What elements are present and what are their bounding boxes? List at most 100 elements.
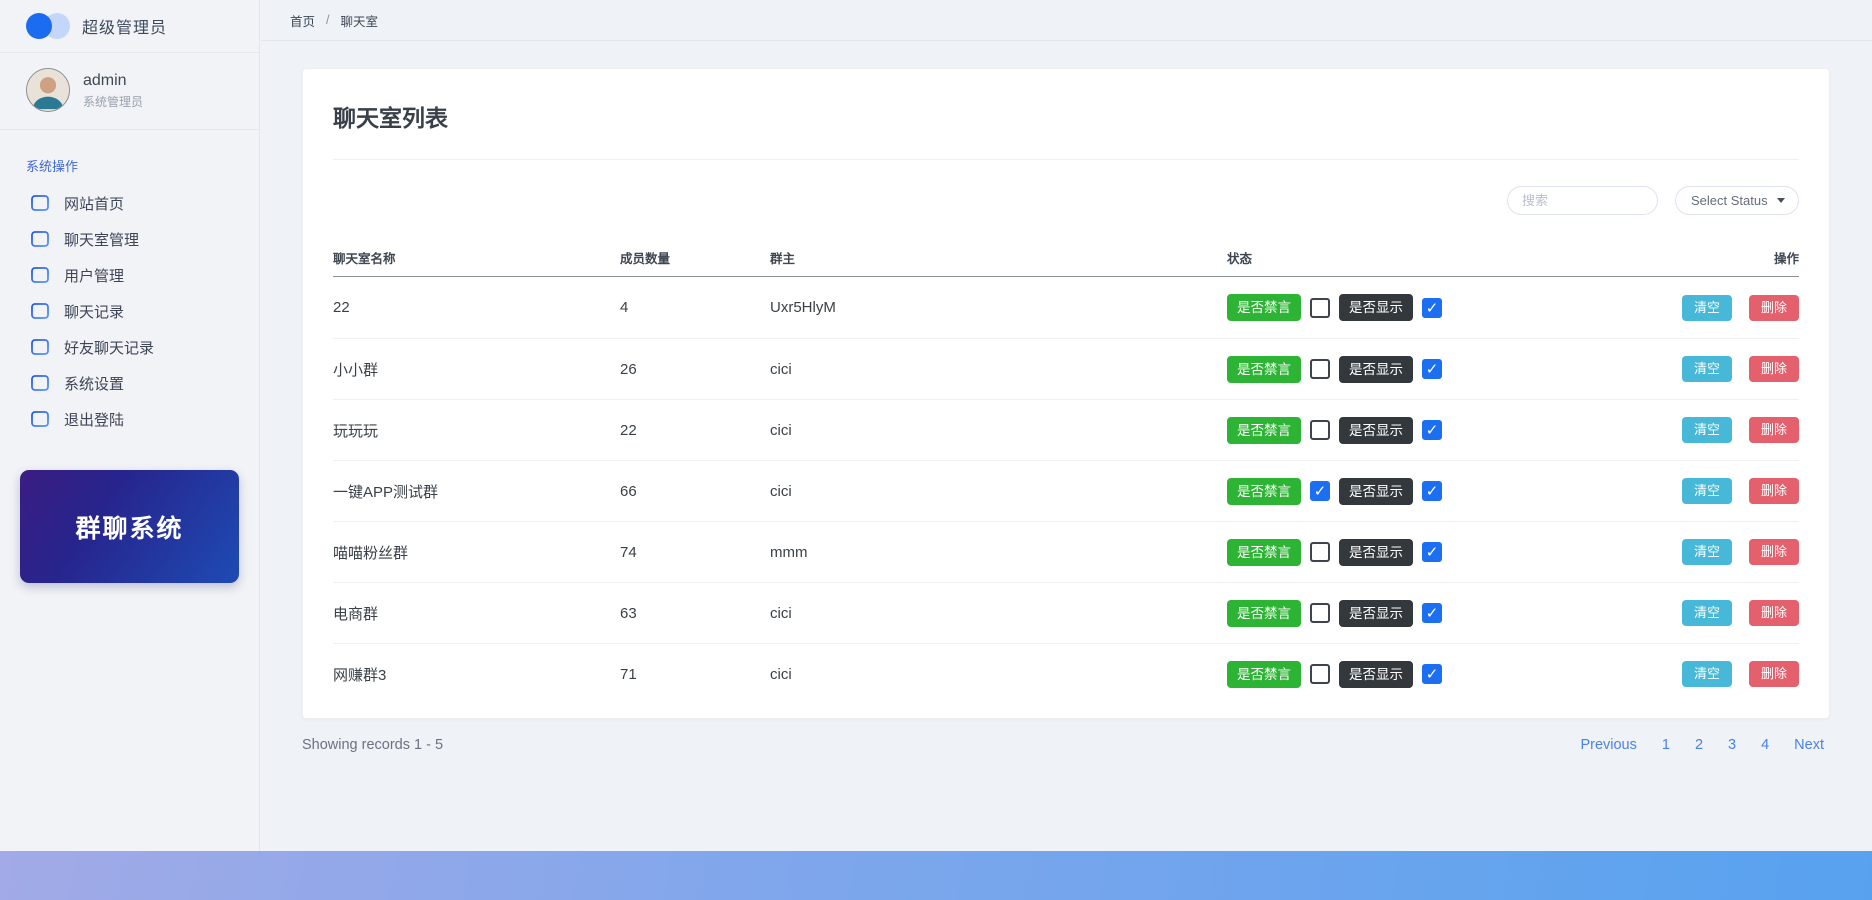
status-select-label: Select Status [1691, 193, 1768, 208]
page-link-1[interactable]: 1 [1656, 735, 1676, 755]
chatroom-name: 一键APP测试群 [333, 481, 620, 502]
actions-cell: 清空 删除 [1656, 295, 1799, 321]
breadcrumb-home[interactable]: 首页 [290, 11, 315, 30]
clear-button[interactable]: 清空 [1682, 539, 1732, 565]
mute-badge[interactable]: 是否禁言 [1227, 661, 1301, 688]
mute-badge[interactable]: 是否禁言 [1227, 478, 1301, 505]
chatroom-name: 小小群 [333, 359, 620, 380]
layout-icon [30, 337, 50, 357]
show-checkbox[interactable] [1422, 359, 1442, 379]
layout-icon [30, 229, 50, 249]
show-checkbox[interactable] [1422, 298, 1442, 318]
mute-badge[interactable]: 是否禁言 [1227, 600, 1301, 627]
chatroom-name: 22 [333, 299, 620, 316]
mute-checkbox[interactable] [1310, 298, 1330, 318]
status-cell: 是否禁言 是否显示 [1227, 661, 1656, 688]
sidebar-item-1[interactable]: 聊天室管理 [0, 221, 259, 257]
member-count: 22 [620, 422, 770, 439]
main: 首页 / 聊天室 聊天室列表 Select Status 聊天室名称 成员数量 … [261, 0, 1872, 851]
pagination: Previous 1234 Next [1574, 735, 1830, 755]
sidebar-item-6[interactable]: 退出登陆 [0, 401, 259, 437]
show-checkbox[interactable] [1422, 603, 1442, 623]
bottom-gradient-band [0, 851, 1872, 900]
status-cell: 是否禁言 是否显示 [1227, 539, 1656, 566]
layout-icon [30, 265, 50, 285]
breadcrumb: 首页 / 聊天室 [261, 0, 1872, 41]
mute-checkbox[interactable] [1310, 481, 1330, 501]
mute-badge[interactable]: 是否禁言 [1227, 356, 1301, 383]
clear-button[interactable]: 清空 [1682, 295, 1732, 321]
mute-checkbox[interactable] [1310, 359, 1330, 379]
delete-button[interactable]: 删除 [1749, 478, 1799, 504]
mute-checkbox[interactable] [1310, 603, 1330, 623]
header-actions: 操作 [1656, 248, 1799, 267]
clear-button[interactable]: 清空 [1682, 417, 1732, 443]
show-badge[interactable]: 是否显示 [1339, 294, 1413, 321]
status-cell: 是否禁言 是否显示 [1227, 600, 1656, 627]
brand: 超级管理员 [0, 0, 259, 53]
chatroom-name: 电商群 [333, 603, 620, 624]
delete-button[interactable]: 删除 [1749, 661, 1799, 687]
layout-icon [30, 301, 50, 321]
sidebar-item-label: 好友聊天记录 [64, 337, 154, 358]
member-count: 71 [620, 666, 770, 683]
delete-button[interactable]: 删除 [1749, 417, 1799, 443]
status-cell: 是否禁言 是否显示 [1227, 356, 1656, 383]
delete-button[interactable]: 删除 [1749, 295, 1799, 321]
group-owner: cici [770, 605, 1227, 622]
header-members: 成员数量 [620, 248, 770, 267]
page-link-2[interactable]: 2 [1689, 735, 1709, 755]
page-link-3[interactable]: 3 [1722, 735, 1742, 755]
actions-cell: 清空 删除 [1656, 478, 1799, 504]
brand-title: 超级管理员 [82, 14, 167, 38]
sidebar-item-5[interactable]: 系统设置 [0, 365, 259, 401]
chatroom-name: 喵喵粉丝群 [333, 542, 620, 563]
page-link-next[interactable]: Next [1788, 735, 1830, 755]
sidebar: 超级管理员 admin 系统管理员 系统操作 网站首页 [0, 0, 260, 851]
clear-button[interactable]: 清空 [1682, 661, 1732, 687]
clear-button[interactable]: 清空 [1682, 356, 1732, 382]
clear-button[interactable]: 清空 [1682, 478, 1732, 504]
sidebar-item-2[interactable]: 用户管理 [0, 257, 259, 293]
status-select[interactable]: Select Status [1675, 186, 1799, 215]
group-owner: cici [770, 422, 1227, 439]
show-badge[interactable]: 是否显示 [1339, 600, 1413, 627]
delete-button[interactable]: 删除 [1749, 539, 1799, 565]
delete-button[interactable]: 删除 [1749, 600, 1799, 626]
clear-button[interactable]: 清空 [1682, 600, 1732, 626]
sidebar-item-label: 用户管理 [64, 265, 124, 286]
user-block: admin 系统管理员 [0, 53, 259, 130]
show-badge[interactable]: 是否显示 [1339, 478, 1413, 505]
sidebar-item-label: 聊天室管理 [64, 229, 139, 250]
mute-badge[interactable]: 是否禁言 [1227, 539, 1301, 566]
mute-checkbox[interactable] [1310, 664, 1330, 684]
layout-icon [30, 409, 50, 429]
breadcrumb-separator: / [326, 13, 329, 27]
mute-checkbox[interactable] [1310, 420, 1330, 440]
page-link-previous[interactable]: Previous [1574, 735, 1642, 755]
show-checkbox[interactable] [1422, 664, 1442, 684]
show-badge[interactable]: 是否显示 [1339, 417, 1413, 444]
sidebar-item-0[interactable]: 网站首页 [0, 185, 259, 221]
search-input[interactable] [1507, 186, 1658, 215]
chatroom-name: 网赚群3 [333, 664, 620, 685]
show-checkbox[interactable] [1422, 420, 1442, 440]
mute-checkbox[interactable] [1310, 542, 1330, 562]
sidebar-item-4[interactable]: 好友聊天记录 [0, 329, 259, 365]
layout-icon [30, 373, 50, 393]
show-badge[interactable]: 是否显示 [1339, 539, 1413, 566]
show-badge[interactable]: 是否显示 [1339, 356, 1413, 383]
mute-badge[interactable]: 是否禁言 [1227, 294, 1301, 321]
sidebar-item-3[interactable]: 聊天记录 [0, 293, 259, 329]
group-owner: cici [770, 361, 1227, 378]
show-checkbox[interactable] [1422, 542, 1442, 562]
actions-cell: 清空 删除 [1656, 661, 1799, 687]
brand-box: 群聊系统 [20, 470, 239, 583]
show-checkbox[interactable] [1422, 481, 1442, 501]
mute-badge[interactable]: 是否禁言 [1227, 417, 1301, 444]
table-row: 玩玩玩 22 cici 是否禁言 是否显示 清空 删除 [333, 399, 1799, 460]
delete-button[interactable]: 删除 [1749, 356, 1799, 382]
show-badge[interactable]: 是否显示 [1339, 661, 1413, 688]
table-row: 小小群 26 cici 是否禁言 是否显示 清空 删除 [333, 338, 1799, 399]
page-link-4[interactable]: 4 [1755, 735, 1775, 755]
